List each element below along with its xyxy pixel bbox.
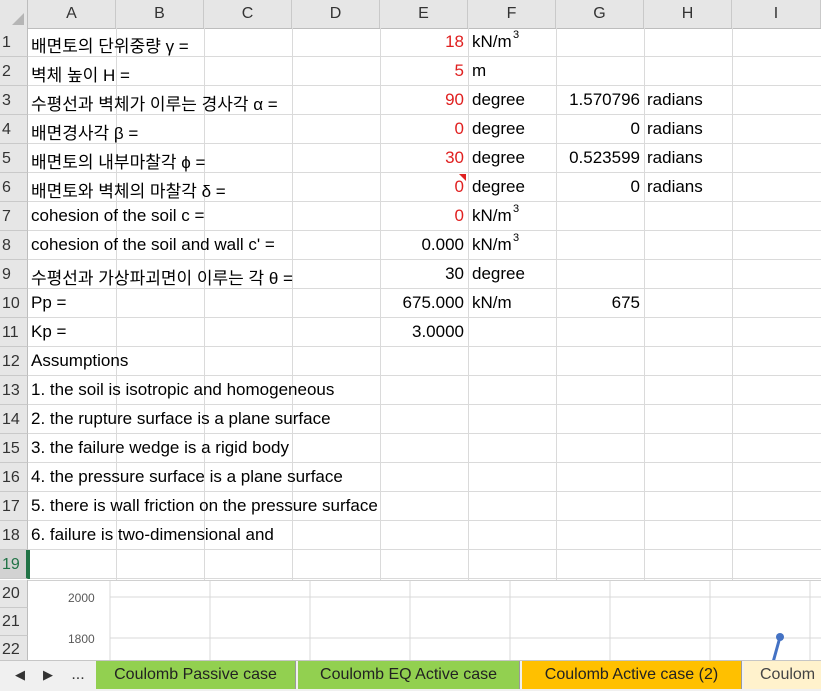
row-header[interactable]: 3 — [0, 86, 28, 115]
more-sheets-button[interactable]: ... — [68, 661, 88, 689]
cell-g[interactable]: 0.523599 — [556, 148, 640, 168]
column-header-i[interactable]: I — [732, 0, 821, 28]
y-tick-label: 1800 — [68, 632, 95, 646]
row-header[interactable]: 16 — [0, 463, 28, 492]
row-header[interactable]: 10 — [0, 289, 28, 318]
cell-g[interactable]: 1.570796 — [556, 90, 640, 110]
row-header[interactable]: 2 — [0, 57, 28, 86]
row-header[interactable]: 8 — [0, 231, 28, 260]
cell-e[interactable]: 90 — [380, 90, 464, 110]
sheet-tab-bar: ◀ ▶ ... Coulomb Passive case Coulomb EQ A… — [0, 660, 821, 691]
cell-e[interactable]: 0 — [380, 119, 464, 139]
select-all-corner[interactable] — [0, 0, 28, 28]
row-header[interactable]: 21 — [0, 608, 28, 636]
cell-f[interactable]: degree — [472, 264, 556, 284]
column-header-h[interactable]: H — [644, 0, 732, 28]
cell-g[interactable]: 675 — [556, 293, 640, 313]
column-header-g[interactable]: G — [556, 0, 644, 28]
cell-e[interactable]: 18 — [380, 32, 464, 52]
cell-a[interactable]: 3. the failure wedge is a rigid body — [31, 438, 471, 458]
row-header[interactable]: 12 — [0, 347, 28, 376]
spreadsheet-grid[interactable]: ABCDEFGHI 1 배면토의 단위중량 γ = 18 kN/m 3 2 벽체 높이 H … — [0, 0, 821, 665]
row-header[interactable]: 9 — [0, 260, 28, 289]
row-header[interactable]: 4 — [0, 115, 28, 144]
cell-h[interactable]: radians — [647, 90, 731, 110]
chart-canvas: 2000 1800 — [68, 581, 821, 666]
sheet-tab[interactable]: Coulom — [744, 661, 821, 689]
column-header-b[interactable]: B — [116, 0, 204, 28]
row-header[interactable]: 15 — [0, 434, 28, 463]
active-cell[interactable] — [28, 550, 116, 579]
cell-a[interactable]: 1. the soil is isotropic and homogeneous — [31, 380, 471, 400]
cell-e[interactable]: 0.000 — [380, 235, 464, 255]
cell-e[interactable]: 5 — [380, 61, 464, 81]
cell-a[interactable]: 4. the pressure surface is a plane surfa… — [31, 467, 471, 487]
cell-f[interactable]: degree — [472, 177, 556, 197]
cell-g[interactable]: 0 — [556, 177, 640, 197]
cell-f[interactable]: m — [472, 61, 556, 81]
cell-a[interactable]: Assumptions — [31, 351, 471, 371]
row-header[interactable]: 19 — [0, 550, 28, 579]
column-header-e[interactable]: E — [380, 0, 468, 28]
sheet-tab[interactable]: Coulomb Passive case — [96, 661, 296, 689]
cell-a[interactable]: 5. there is wall friction on the pressur… — [31, 496, 471, 516]
sheet-tab[interactable]: Coulomb EQ Active case — [298, 661, 520, 689]
row-header[interactable]: 11 — [0, 318, 28, 347]
column-header-c[interactable]: C — [204, 0, 292, 28]
cell-h[interactable]: radians — [647, 119, 731, 139]
cell-f[interactable]: degree — [472, 119, 556, 139]
cell-f[interactable]: degree — [472, 90, 556, 110]
prev-sheet-icon[interactable]: ◀ — [10, 661, 30, 689]
cell-e[interactable]: 30 — [380, 148, 464, 168]
sheet-row[interactable] — [28, 550, 821, 579]
row-header[interactable]: 6 — [0, 173, 28, 202]
row-header[interactable]: 18 — [0, 521, 28, 550]
cell-h[interactable]: radians — [647, 148, 731, 168]
cell-h[interactable]: radians — [647, 177, 731, 197]
cell-e[interactable]: 0 — [380, 177, 464, 197]
cell-e[interactable]: 0 — [380, 206, 464, 226]
cell-f[interactable]: kN/m — [472, 293, 556, 313]
unit-exponent: 3 — [513, 203, 520, 215]
row-header[interactable]: 13 — [0, 376, 28, 405]
row-header[interactable]: 20 — [0, 580, 28, 608]
column-header-a[interactable]: A — [28, 0, 116, 28]
series-point — [776, 633, 784, 641]
y-tick-label: 2000 — [68, 591, 95, 605]
unit-exponent: 3 — [513, 29, 520, 41]
cell-g[interactable]: 0 — [556, 119, 640, 139]
next-sheet-icon[interactable]: ▶ — [38, 661, 58, 689]
embedded-chart[interactable]: 2000 1800 — [28, 580, 821, 666]
unit-exponent: 3 — [513, 232, 520, 244]
row-header[interactable]: 5 — [0, 144, 28, 173]
comment-indicator[interactable] — [459, 174, 466, 181]
cell-e[interactable]: 3.0000 — [380, 322, 464, 342]
row-header[interactable]: 14 — [0, 405, 28, 434]
cell-f[interactable]: degree — [472, 148, 556, 168]
row-header[interactable]: 1 — [0, 28, 28, 57]
cell-a[interactable]: 6. failure is two-dimensional and — [31, 525, 471, 545]
row-header[interactable]: 17 — [0, 492, 28, 521]
column-header-f[interactable]: F — [468, 0, 556, 28]
cell-a[interactable]: 2. the rupture surface is a plane surfac… — [31, 409, 471, 429]
cell-e[interactable]: 30 — [380, 264, 464, 284]
cell-e[interactable]: 675.000 — [380, 293, 464, 313]
column-header-d[interactable]: D — [292, 0, 380, 28]
sheet-tab[interactable]: Coulomb Active case (2) — [522, 661, 742, 689]
row-header[interactable]: 7 — [0, 202, 28, 231]
